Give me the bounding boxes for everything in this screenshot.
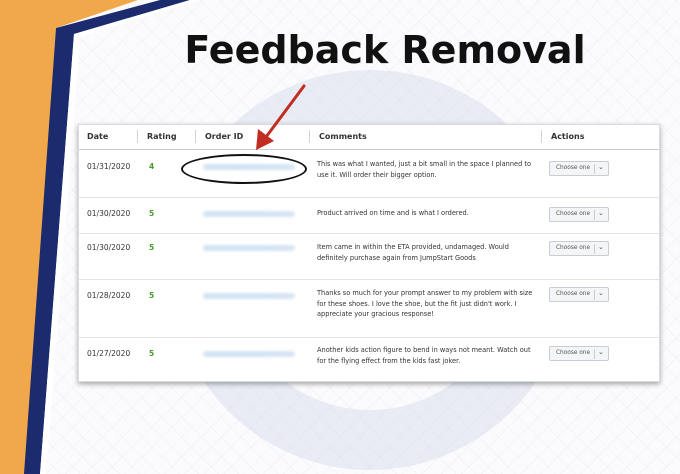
red-arrow-icon (256, 84, 306, 150)
